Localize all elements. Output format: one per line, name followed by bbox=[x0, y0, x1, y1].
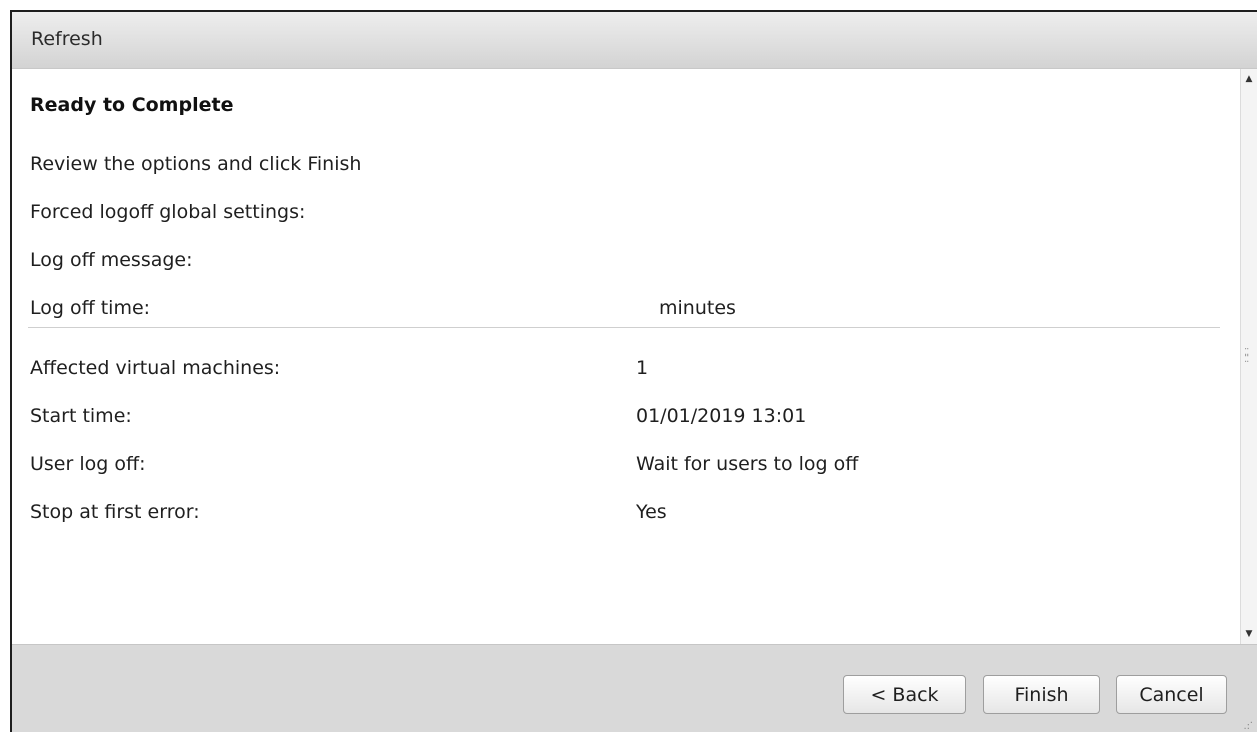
instruction-text: Review the options and click Finish bbox=[30, 153, 362, 175]
scroll-grip-icon[interactable]: ⁚⁚ ⁚⁚ bbox=[1244, 348, 1254, 365]
dialog-footer: < Back Finish Cancel ..: bbox=[12, 644, 1257, 732]
page-heading: Ready to Complete bbox=[30, 94, 234, 116]
summary-label-vms: Affected virtual machines: bbox=[30, 357, 281, 379]
logoff-time-label: Log off time: bbox=[30, 297, 151, 319]
forced-logoff-label: Forced logoff global settings: bbox=[30, 201, 306, 223]
summary-label-start-time: Start time: bbox=[30, 405, 132, 427]
dialog-title: Refresh bbox=[31, 28, 103, 50]
scroll-down-arrow-icon[interactable]: ▼ bbox=[1241, 624, 1257, 644]
refresh-dialog: Refresh Ready to Complete Review the opt… bbox=[10, 10, 1257, 732]
finish-button[interactable]: Finish bbox=[983, 675, 1100, 714]
summary-value-vms: 1 bbox=[636, 357, 649, 379]
dialog-titlebar[interactable]: Refresh bbox=[12, 12, 1257, 69]
summary-label-user-logoff: User log off: bbox=[30, 453, 146, 475]
logoff-time-value: minutes bbox=[659, 297, 736, 319]
summary-value-stop-error: Yes bbox=[636, 501, 667, 523]
logoff-message-label: Log off message: bbox=[30, 249, 193, 271]
summary-label-stop-error: Stop at first error: bbox=[30, 501, 200, 523]
back-button[interactable]: < Back bbox=[843, 675, 966, 714]
scroll-up-arrow-icon[interactable]: ▲ bbox=[1241, 69, 1257, 89]
vertical-scrollbar[interactable]: ▲ ⁚⁚ ⁚⁚ ▼ bbox=[1240, 69, 1257, 644]
dialog-content: Ready to Complete Review the options and… bbox=[12, 69, 1240, 644]
resize-grip-icon[interactable]: ..: bbox=[1243, 716, 1253, 732]
summary-value-start-time: 01/01/2019 13:01 bbox=[636, 405, 807, 427]
summary-value-user-logoff: Wait for users to log off bbox=[636, 453, 859, 475]
cancel-button[interactable]: Cancel bbox=[1116, 675, 1227, 714]
section-divider bbox=[28, 327, 1220, 328]
